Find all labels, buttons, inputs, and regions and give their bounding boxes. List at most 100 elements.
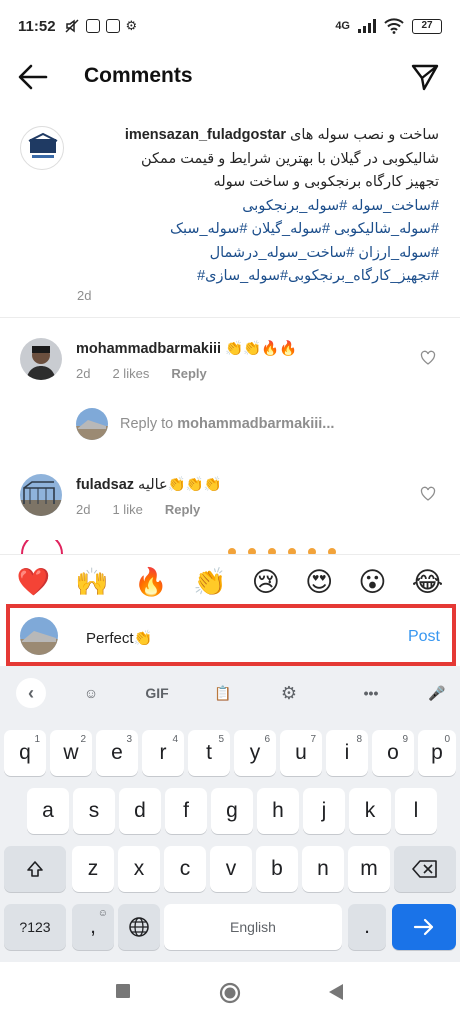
comment-text: عالیه👏👏👏 [138,477,222,493]
comment-text: 👏👏🔥🔥 [225,341,298,357]
key-t[interactable]: t5 [188,730,230,776]
comment-avatar[interactable] [20,474,62,516]
comment-likes[interactable]: 2 likes [112,366,149,381]
network-type: 4G [335,20,350,32]
keyboard-row-1: q1 w2 e3 r4 t5 y6 u7 i8 o9 p0 [0,730,460,778]
key-i[interactable]: i8 [326,730,368,776]
caption-username[interactable]: imensazan_fuladgostar [125,127,286,143]
reply-button[interactable]: Reply [171,366,206,381]
key-d[interactable]: d [119,788,161,834]
language-key[interactable] [118,904,160,950]
comment-body: mohammadbarmakiii 👏👏🔥🔥 2d 2 likes Reply [76,340,297,381]
enter-key[interactable] [392,904,456,950]
key-x[interactable]: x [118,846,160,892]
shift-arrow-icon [27,861,43,877]
comment-avatar[interactable] [20,338,62,380]
emoji-raised-hands[interactable]: 🙌 [75,569,109,596]
chevron-left-icon[interactable]: ‹ [16,678,46,708]
keyboard-row-2: a s d f g h j k l [0,788,460,836]
caption-hashtags-3[interactable]: #سوله_ارزان #ساخت_سوله_درشمال [77,242,439,266]
caption-hashtags-2[interactable]: #سوله_شالیکوبی #سوله_گیلان #سوله_سبک [77,218,439,242]
direct-send-icon[interactable] [410,62,440,92]
recent-apps-icon[interactable] [116,984,130,998]
space-key[interactable]: English [164,904,342,950]
post-caption: ساخت و نصب سوله های imensazan_fuladgosta… [0,118,460,318]
key-g[interactable]: g [211,788,253,834]
settings-icon[interactable]: ⚙ [274,680,304,706]
backspace-key[interactable] [394,846,456,892]
emoji-heart[interactable]: ❤️ [17,569,51,596]
comma-key[interactable]: , ☺ [72,904,114,950]
back-arrow-icon[interactable] [16,62,50,92]
key-m[interactable]: m [348,846,390,892]
post-button[interactable]: Post [408,628,440,646]
reply-prompt[interactable]: Reply to mohammadbarmakiii... [76,408,334,440]
keyboard-toolbar: ‹ ☺ GIF 📋 ⚙ ••• 🎤 [0,672,460,712]
key-u[interactable]: u7 [280,730,322,776]
key-f[interactable]: f [165,788,207,834]
settings-gear-icon: ⚙ [125,18,138,33]
system-navigation-bar [0,962,460,1024]
comment-time: 2d [76,502,91,517]
key-l[interactable]: l [395,788,437,834]
key-y[interactable]: y6 [234,730,276,776]
key-p[interactable]: p0 [418,730,456,776]
like-heart-icon[interactable] [420,350,436,366]
shift-key[interactable] [4,846,66,892]
key-v[interactable]: v [210,846,252,892]
sticker-icon[interactable]: ☺ [76,680,106,706]
emoji-laughing[interactable]: 😂 [412,569,444,596]
gif-button[interactable]: GIF [140,680,174,706]
comment-input[interactable]: Perfect👏 [86,629,152,647]
status-left: 11:52 ⚙ [18,18,137,35]
status-bar: 11:52 ⚙ 4G 27 [0,0,460,52]
key-e[interactable]: e3 [96,730,138,776]
key-n[interactable]: n [302,846,344,892]
comment-time: 2d [76,366,91,381]
microphone-icon[interactable]: 🎤 [422,680,452,706]
key-c[interactable]: c [164,846,206,892]
symbols-key[interactable]: ?123 [4,904,66,950]
caption-hashtags-4[interactable]: #تجهیز_کارگاه_برنجکوبی#سوله_سازی# [77,265,439,289]
caption-line-1: ساخت و نصب سوله های [290,127,439,143]
clock: 11:52 [18,17,56,35]
caption-timestamp: 2d [77,288,92,303]
emoji-switch-icon: ☺ [97,908,108,919]
emoji-crying[interactable]: 😢 [252,569,280,596]
reply-button[interactable]: Reply [165,502,200,517]
key-j[interactable]: j [303,788,345,834]
key-b[interactable]: b [256,846,298,892]
key-r[interactable]: r4 [142,730,184,776]
emoji-heart-eyes[interactable]: 😍 [305,569,333,596]
arrow-right-icon [413,918,434,936]
comment-username[interactable]: mohammadbarmakiii [76,341,221,357]
caption-hashtags-1[interactable]: #ساخت_سوله #سوله_برنجکوبی [77,195,439,219]
key-w[interactable]: w2 [50,730,92,776]
key-h[interactable]: h [257,788,299,834]
key-z[interactable]: z [72,846,114,892]
comment-body: fuladsaz عالیه👏👏👏 2d 1 like Reply [76,476,222,517]
key-o[interactable]: o9 [372,730,414,776]
wifi-icon [384,18,404,34]
period-key[interactable]: . [348,904,386,950]
key-s[interactable]: s [73,788,115,834]
key-q[interactable]: q1 [4,730,46,776]
emoji-clap[interactable]: 👏 [193,569,227,596]
comment-username[interactable]: fuladsaz [76,477,134,493]
comment-likes[interactable]: 1 like [112,502,142,517]
caption-line-3: تجهیز کارگاه برنجکوبی و ساخت سوله [213,174,440,190]
more-icon[interactable]: ••• [356,680,386,706]
emoji-surprised[interactable]: 😮 [358,569,386,596]
caption-avatar[interactable] [20,126,64,170]
like-heart-icon[interactable] [420,486,436,502]
emoji-fire[interactable]: 🔥 [134,569,168,596]
caption-text: ساخت و نصب سوله های imensazan_fuladgosta… [77,124,439,289]
key-a[interactable]: a [27,788,69,834]
notification-icons: ⚙ [64,18,138,34]
status-right: 4G 27 [335,18,442,34]
signal-icon [358,19,376,33]
clipboard-icon[interactable]: 📋 [208,680,238,706]
back-triangle-icon[interactable] [328,983,344,1001]
home-icon[interactable] [219,982,241,1004]
key-k[interactable]: k [349,788,391,834]
